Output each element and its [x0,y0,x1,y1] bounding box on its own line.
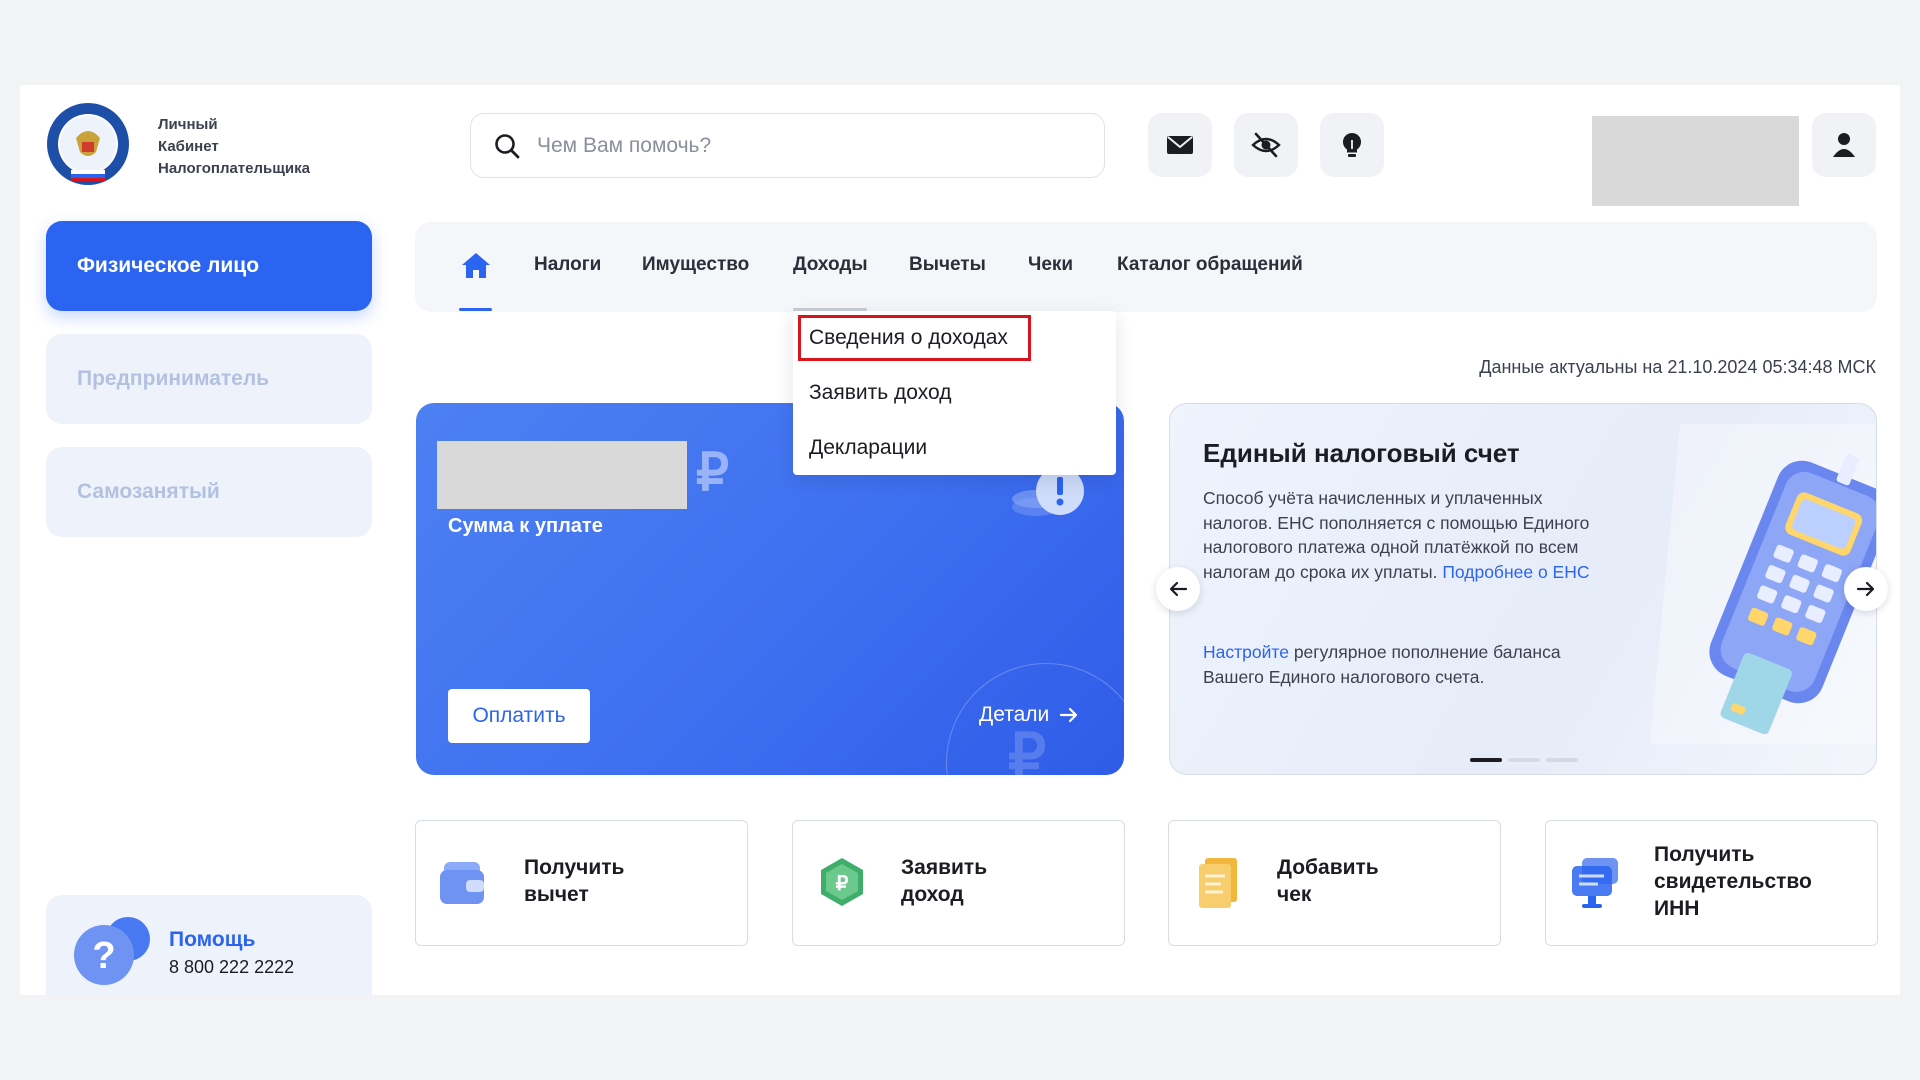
user-name-redacted [1592,116,1799,206]
ens-info-card: Единый налоговый счет Способ учёта начис… [1169,403,1877,775]
svg-text:?: ? [92,935,115,977]
wallet-icon [440,862,484,904]
lightbulb-icon [1342,132,1362,157]
tile-label-line: чек [1277,883,1312,906]
help-question-icon: ? [74,917,150,985]
nav-receipts[interactable]: Чеки [1028,254,1073,276]
nav-appeals-catalog[interactable]: Каталог обращений [1117,254,1303,276]
envelope-icon [1167,136,1193,154]
search-box[interactable] [470,113,1105,178]
messages-button[interactable] [1148,113,1212,177]
tile-label-line: доход [901,883,964,906]
svg-text:₽: ₽ [836,873,849,895]
tile-label: Получить свидетельство ИНН [1654,841,1864,922]
menu-item-declare-income[interactable]: Заявить доход [809,381,951,405]
nav-income[interactable]: Доходы [793,254,868,276]
arrow-right-icon [1856,581,1875,597]
details-label: Детали [979,703,1050,726]
income-dropdown-menu: Сведения о доходах Заявить доход Деклара… [793,311,1116,475]
ens-description: Способ учёта начисленных и уплаченных на… [1203,486,1593,584]
ens-setup-link[interactable]: Настройте [1203,642,1289,662]
tile-label-line: вычет [524,883,589,906]
tile-label-line: Получить [524,856,625,879]
help-title[interactable]: Помощь [169,928,255,952]
ens-more-link[interactable]: Подробнее о ЕНС [1442,562,1589,582]
amount-redacted [437,441,687,509]
carousel-prev-button[interactable] [1156,567,1200,611]
visually-impaired-button[interactable] [1234,113,1298,177]
data-freshness-text: Данные актуальны на 21.10.2024 05:34:48 … [1479,357,1876,377]
tile-add-receipt[interactable]: Добавить чек [1168,820,1501,946]
tile-label: Заявить доход [901,854,1111,908]
slide-dot[interactable] [1508,758,1540,762]
eye-off-icon [1251,132,1281,158]
tile-label: Добавить чек [1277,854,1487,908]
nav-property[interactable]: Имущество [642,254,749,276]
details-link[interactable]: Детали [979,703,1079,727]
brand-line: Кабинет [158,138,219,155]
menu-item-income-info[interactable]: Сведения о доходах [809,326,1008,350]
tile-label: Получить вычет [524,854,734,908]
fns-emblem-logo[interactable] [46,102,130,186]
slide-dot[interactable] [1470,758,1502,762]
brand-line: Налогоплательщика [158,160,310,177]
help-phone[interactable]: 8 800 222 2222 [169,957,294,978]
certificate-monitor-icon [1572,858,1618,908]
user-icon [1833,133,1855,157]
ruble-sign: ₽ [696,444,730,502]
search-input[interactable] [537,133,1077,158]
payment-terminal-illustration [1650,424,1876,744]
tips-button[interactable] [1320,113,1384,177]
sidebar-item-individual[interactable]: Физическое лицо [46,221,372,311]
slide-indicator [1470,758,1578,762]
nav-active-indicator [459,308,492,311]
sidebar-item-self-employed[interactable]: Самозанятый [46,447,372,537]
tile-label-line: Добавить [1277,856,1379,879]
slide-dot[interactable] [1546,758,1578,762]
ruble-watermark-icon: ₽ [1008,722,1047,775]
sum-due-label: Сумма к уплате [448,515,603,537]
arrow-left-icon [1169,581,1188,597]
tile-label-line: ИНН [1654,897,1700,920]
sidebar-item-entrepreneur[interactable]: Предприниматель [46,334,372,424]
profile-button[interactable] [1812,113,1876,177]
carousel-next-button[interactable] [1844,567,1888,611]
brand-line: Личный [158,116,218,133]
pay-button[interactable]: Оплатить [448,689,590,743]
search-icon [495,133,520,158]
tile-get-inn-certificate[interactable]: Получить свидетельство ИНН [1545,820,1878,946]
tile-label-line: Заявить [901,856,988,879]
tile-declare-income[interactable]: ₽ Заявить доход [792,820,1125,946]
brand-title[interactable]: Личный Кабинет Налогоплательщика [158,114,310,180]
ens-autopay-text: Настройте регулярное пополнение баланса … [1203,640,1563,689]
tile-label-line: Получить [1654,843,1755,866]
ruble-coin-icon: ₽ [821,858,863,906]
home-icon[interactable] [458,248,494,284]
arrow-right-icon [1060,707,1078,723]
tile-get-deduction[interactable]: Получить вычет [415,820,748,946]
ens-title: Единый налоговый счет [1203,438,1520,468]
receipt-icon [1199,858,1237,908]
nav-taxes[interactable]: Налоги [534,254,601,276]
help-widget[interactable]: ? Помощь 8 800 222 2222 [46,895,372,995]
nav-deductions[interactable]: Вычеты [909,254,986,276]
menu-item-declarations[interactable]: Декларации [809,436,927,460]
tile-label-line: свидетельство [1654,870,1812,893]
